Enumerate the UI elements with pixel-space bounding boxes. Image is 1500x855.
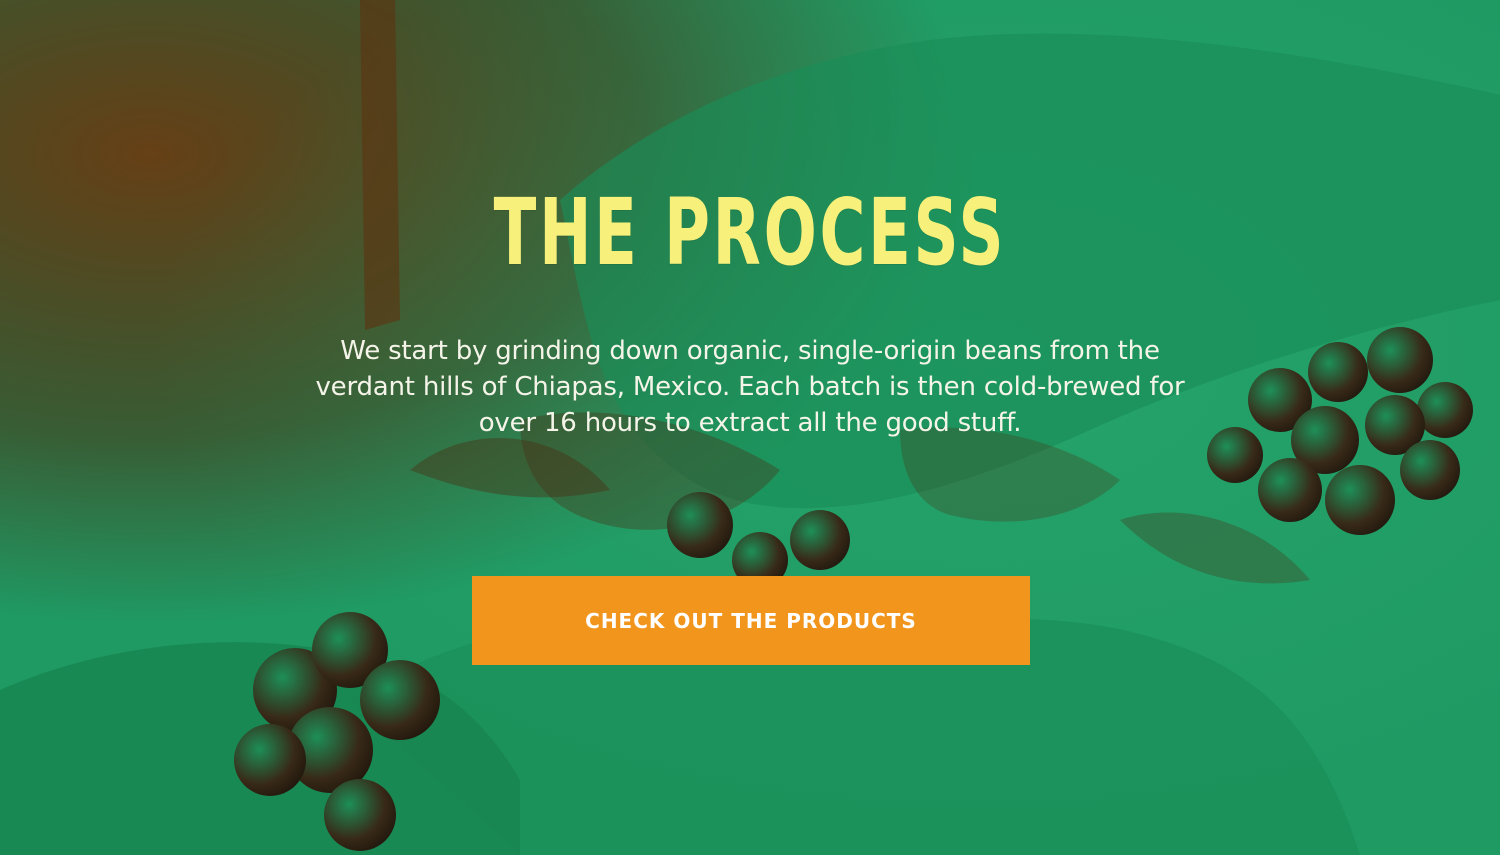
hero-title: THE PROCESS <box>493 179 1007 286</box>
check-out-products-button[interactable]: CHECK OUT THE PRODUCTS <box>472 576 1030 665</box>
hero-description: We start by grinding down organic, singl… <box>315 336 1185 438</box>
hero-content: THE PROCESS We start by grinding down or… <box>0 0 1500 855</box>
hero-section: THE PROCESS We start by grinding down or… <box>0 0 1500 855</box>
